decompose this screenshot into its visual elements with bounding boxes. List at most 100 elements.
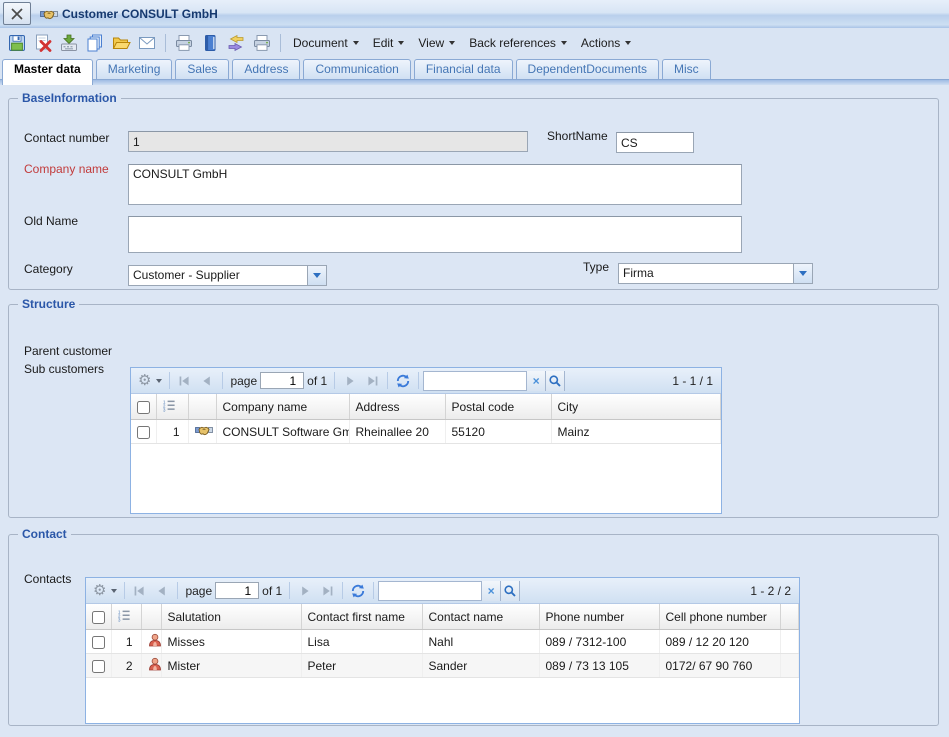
category-dropdown-button[interactable] (307, 266, 326, 285)
chevron-down-icon (449, 41, 455, 45)
sub-customers-label: Sub customers (24, 362, 104, 376)
tab-address[interactable]: Address (232, 59, 300, 80)
clear-search-button[interactable]: × (526, 371, 545, 391)
table-header-row: Salutation Contact first name Contact na… (86, 604, 799, 630)
type-value: Firma (619, 264, 793, 283)
contact-section: Contact Contacts ⚙ page of 1 × (8, 527, 939, 726)
menu-back-references-label: Back references (469, 36, 556, 50)
row-number-column-header (156, 394, 188, 420)
first-page-button[interactable] (130, 581, 150, 601)
page-input[interactable] (215, 582, 259, 599)
column-header-company-name[interactable]: Company name (216, 394, 349, 420)
gear-icon: ⚙ (93, 584, 106, 598)
contact-row[interactable]: 1 Misses Lisa Nahl 089 / 7312-100 089 / … (86, 630, 799, 654)
prev-page-button[interactable] (152, 581, 172, 601)
cell-salutation: Mister (161, 654, 301, 678)
grid-settings-button[interactable]: ⚙ (91, 581, 119, 601)
contact-row[interactable]: 2 Mister Peter Sander 089 / 73 13 105 01… (86, 654, 799, 678)
grid-search-input[interactable] (424, 372, 526, 390)
column-header-city[interactable]: City (551, 394, 721, 420)
mail-button[interactable] (135, 31, 159, 55)
search-button[interactable] (500, 581, 519, 601)
tab-misc[interactable]: Misc (662, 59, 711, 80)
cell-postal-code: 55120 (445, 420, 551, 444)
menu-edit[interactable]: Edit (373, 36, 405, 50)
column-header-postal-code[interactable]: Postal code (445, 394, 551, 420)
structure-section: Structure Parent customer Sub customers … (8, 297, 939, 518)
column-header-contact-name[interactable]: Contact name (422, 604, 539, 630)
search-button[interactable] (545, 371, 564, 391)
cell-salutation: Misses (161, 630, 301, 654)
column-header-phone-number[interactable]: Phone number (539, 604, 659, 630)
refresh-button[interactable] (348, 581, 368, 601)
copy-button[interactable] (83, 31, 107, 55)
menu-view[interactable]: View (418, 36, 455, 50)
cell-last-name: Sander (422, 654, 539, 678)
first-page-button[interactable] (175, 371, 195, 391)
search-icon (548, 374, 562, 388)
prev-page-button[interactable] (197, 371, 217, 391)
last-page-button[interactable] (317, 581, 337, 601)
select-all-checkbox[interactable] (92, 611, 105, 624)
import-button[interactable] (57, 31, 81, 55)
next-page-button[interactable] (295, 581, 315, 601)
journal-icon (200, 33, 220, 53)
row-number-column-header (111, 604, 141, 630)
cell-address: Rheinallee 20 (349, 420, 445, 444)
print-button[interactable] (172, 31, 196, 55)
transfer-button[interactable] (224, 31, 248, 55)
toolbar-separator (222, 372, 223, 389)
tab-dependent-documents[interactable]: DependentDocuments (516, 59, 659, 80)
journal-button[interactable] (198, 31, 222, 55)
tab-marketing[interactable]: Marketing (96, 59, 173, 80)
icon-column-header (141, 604, 161, 630)
toolbar-separator (289, 582, 290, 599)
last-page-button[interactable] (362, 371, 382, 391)
record-count: 1 - 2 / 2 (750, 584, 795, 598)
page-of-label: of 1 (307, 374, 327, 388)
sub-customer-row[interactable]: 1 CONSULT Software GmbH Rheinallee 20 55… (131, 420, 721, 444)
menu-back-references[interactable]: Back references (469, 36, 567, 50)
clear-search-button[interactable]: × (481, 581, 500, 601)
old-name-field[interactable] (128, 216, 742, 253)
open-folder-button[interactable] (109, 31, 133, 55)
cell-cell-phone: 089 / 12 20 120 (659, 630, 780, 654)
toolbar-separator (280, 34, 281, 52)
row-checkbox[interactable] (92, 636, 105, 649)
chevron-down-icon (561, 41, 567, 45)
tab-master-data[interactable]: Master data (2, 59, 93, 85)
tab-sales[interactable]: Sales (175, 59, 229, 80)
menu-document[interactable]: Document (293, 36, 359, 50)
import-icon (59, 33, 79, 53)
column-header-cell-phone-number[interactable]: Cell phone number (659, 604, 780, 630)
column-header-address[interactable]: Address (349, 394, 445, 420)
refresh-button[interactable] (393, 371, 413, 391)
category-select[interactable]: Customer - Supplier (128, 265, 327, 286)
grid-search-input[interactable] (379, 582, 481, 600)
close-button[interactable] (3, 2, 31, 25)
tab-financial-data[interactable]: Financial data (414, 59, 513, 80)
grid-settings-button[interactable]: ⚙ (136, 371, 164, 391)
column-header-salutation[interactable]: Salutation (161, 604, 301, 630)
page-input[interactable] (260, 372, 304, 389)
toolbar-separator (177, 582, 178, 599)
tab-communication[interactable]: Communication (303, 59, 410, 80)
type-dropdown-button[interactable] (793, 264, 812, 283)
contact-number-label: Contact number (24, 131, 109, 145)
row-checkbox[interactable] (92, 660, 105, 673)
column-header-contact-first-name[interactable]: Contact first name (301, 604, 422, 630)
print-preview-button[interactable] (250, 31, 274, 55)
row-checkbox[interactable] (137, 426, 150, 439)
select-all-checkbox[interactable] (137, 401, 150, 414)
short-name-field[interactable] (616, 132, 694, 153)
contact-number-field (128, 131, 528, 152)
transfer-icon (226, 33, 246, 53)
gear-icon: ⚙ (138, 374, 151, 388)
menu-actions[interactable]: Actions (581, 36, 631, 50)
next-page-button[interactable] (340, 371, 360, 391)
save-button[interactable] (5, 31, 29, 55)
delete-button[interactable] (31, 31, 55, 55)
row-number-icon (118, 609, 130, 622)
company-name-field[interactable]: CONSULT GmbH (128, 164, 742, 205)
type-select[interactable]: Firma (618, 263, 813, 284)
